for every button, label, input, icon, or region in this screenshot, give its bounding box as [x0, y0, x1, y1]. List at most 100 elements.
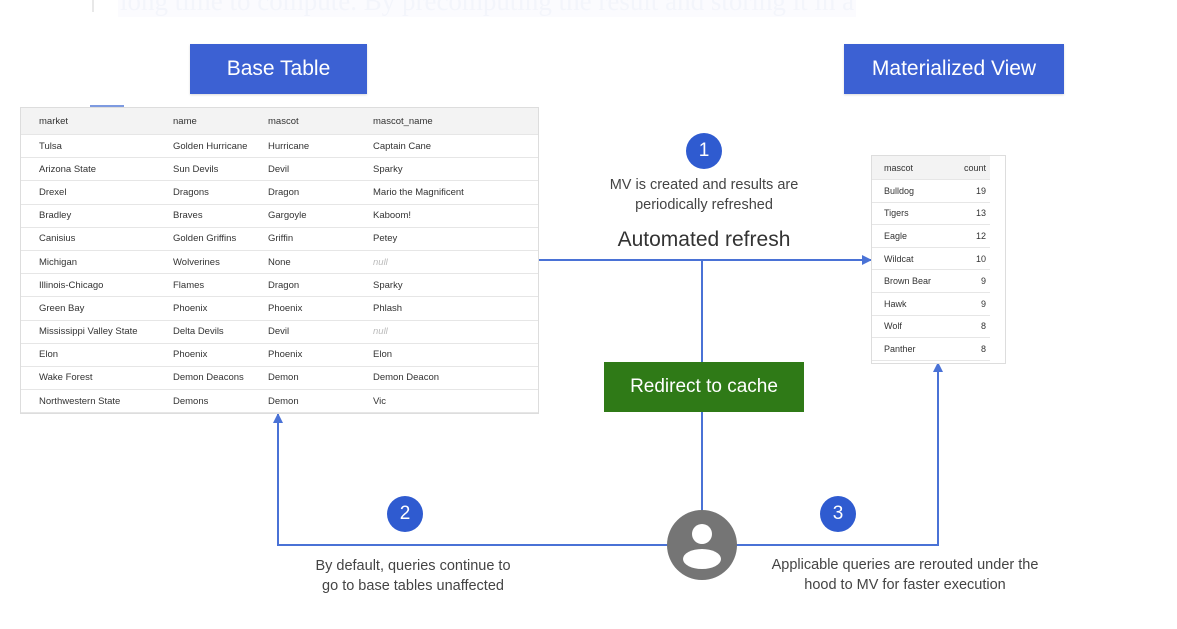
table-cell: Brown Bear [872, 269, 944, 293]
row-gutter [21, 203, 39, 228]
table-cell: None [268, 249, 373, 274]
table-cell: Sparky [373, 273, 538, 297]
table-cell: Golden Griffins [173, 226, 268, 251]
table-cell: Islanders [173, 412, 268, 413]
table-cell: Devil [268, 157, 373, 181]
table-cell: 9 [943, 269, 990, 293]
step-3-badge: 3 [820, 496, 856, 532]
table-row[interactable]: Tigers 13 [872, 201, 990, 225]
table-cell: Michigan [39, 249, 173, 274]
caption-line: periodically refreshed [635, 197, 773, 213]
table-row[interactable]: Elon Phoenix Phoenix Elon [21, 342, 538, 367]
table-row[interactable]: Green Bay Phoenix Phoenix Phlash [21, 296, 538, 320]
table-row[interactable]: Mississippi Valley State Delta Devils Devi… [21, 319, 538, 344]
step-3-caption: Applicable queries are rerouted under th… [735, 555, 1075, 595]
column-header-mascot-name[interactable]: mascot_name [373, 108, 538, 135]
row-gutter [21, 342, 39, 367]
table-cell: 8 [943, 314, 990, 338]
table-row[interactable]: Wildcat 10 [872, 246, 990, 270]
table-cell: 10 [943, 246, 990, 270]
table-cell: Demon [268, 389, 373, 413]
table-cell: 7 [943, 359, 990, 363]
table-row[interactable]: Bradley Braves Gargoyle Kaboom! [21, 203, 538, 228]
table-cell: Dragon [268, 180, 373, 205]
table-row[interactable]: Eagle 12 [872, 224, 990, 248]
table-cell: null [373, 319, 538, 344]
caption-line: hood to MV for faster execution [804, 577, 1006, 593]
table-row[interactable]: Wake Forest Demon Deacons Demon Demon Deaco… [21, 365, 538, 390]
table-row[interactable]: Tulsa Golden Hurricane Hurricane Captain Ca… [21, 133, 538, 158]
table-row[interactable]: Bulldog 19 [872, 179, 990, 203]
table-cell: Dragon [268, 273, 373, 297]
table-row[interactable]: Brown Bear 9 [872, 269, 990, 293]
column-header-market[interactable]: market [39, 108, 173, 135]
table-cell: 13 [943, 201, 990, 225]
step-1-badge: 1 [686, 133, 722, 169]
table-cell: Tiki Totem [268, 412, 373, 413]
table-cell: Sparky [373, 157, 538, 181]
table-row[interactable]: Lion7 [872, 359, 990, 363]
row-gutter [21, 296, 39, 320]
table-cell: Hawk [872, 291, 944, 316]
table-row[interactable]: Arizona State Sun Devils Devil Sparky [21, 157, 538, 181]
table-cell: Wolverines [173, 249, 268, 274]
table-cell: 8 [943, 337, 990, 361]
table-row[interactable]: Texas A&M-CCIslandersTiki TotemIzzy [21, 412, 538, 413]
table-row[interactable]: Hawk 9 [872, 291, 990, 316]
table-cell: Panther [872, 337, 944, 361]
table-cell: 12 [943, 224, 990, 248]
column-header-count[interactable]: count [943, 156, 990, 180]
table-cell: Wildcat [872, 246, 944, 270]
table-cell: null [373, 249, 538, 274]
row-gutter [21, 180, 39, 205]
table-row[interactable]: Northwestern State Demons Demon Vic [21, 389, 538, 413]
table-cell: Demon Deacon [373, 365, 538, 390]
caption-line: MV is created and results are [609, 177, 799, 193]
table-cell: Canisius [39, 226, 173, 251]
row-expander [21, 108, 39, 135]
caption-line: By default, queries continue to [315, 558, 511, 574]
table-cell: Demons [173, 389, 268, 413]
table-cell: Flames [173, 273, 268, 297]
table-row[interactable]: Michigan Wolverines None null [21, 249, 538, 274]
table-row[interactable]: Illinois-Chicago Flames Dragon Sparky [21, 273, 538, 297]
row-gutter [21, 412, 39, 413]
table-cell: Vic [373, 389, 538, 413]
caption-line: Applicable queries are rerouted under th… [771, 557, 1039, 573]
table-row[interactable]: Wolf 8 [872, 314, 990, 338]
table-cell: Mario the Magnificent [373, 180, 538, 205]
row-gutter [21, 273, 39, 297]
redirect-to-cache-box[interactable]: Redirect to cache [604, 362, 804, 412]
column-header-mascot[interactable]: mascot [268, 108, 373, 135]
table-cell: Delta Devils [173, 319, 268, 344]
step-2-badge: 2 [387, 496, 423, 532]
table-cell: Gargoyle [268, 203, 373, 228]
table-cell: Braves [173, 203, 268, 228]
user-avatar-icon[interactable] [666, 509, 738, 581]
materialized-view-table: mascot count Bulldog 19 Tigers 13 Eagle 12 Wild… [871, 155, 1006, 364]
table-cell: Elon [373, 342, 538, 367]
row-gutter [21, 319, 39, 344]
table-cell: Tigers [872, 201, 944, 225]
column-header-mascot[interactable]: mascot [872, 156, 944, 180]
table-cell: Illinois-Chicago [39, 273, 173, 297]
table-cell: Wake Forest [39, 365, 173, 390]
table-row[interactable]: Panther 8 [872, 337, 990, 361]
table-cell: Bradley [39, 203, 173, 228]
row-gutter [21, 226, 39, 251]
user-to-base-table-arrow [273, 413, 668, 546]
table-row[interactable]: Canisius Golden Griffins Griffin Petey [21, 226, 538, 251]
table-cell: Mississippi Valley State [39, 319, 173, 344]
caption-line: go to base tables unaffected [322, 578, 504, 594]
table-cell: Captain Cane [373, 133, 538, 158]
table-cell: Bulldog [872, 179, 944, 203]
table-cell: Dragons [173, 180, 268, 205]
table-cell: Devil [268, 319, 373, 344]
table-cell: Phoenix [268, 342, 373, 367]
row-gutter [21, 249, 39, 274]
table-cell: Lion [872, 359, 944, 363]
table-cell: Petey [373, 226, 538, 251]
column-header-name[interactable]: name [173, 108, 268, 135]
table-row[interactable]: Drexel Dragons Dragon Mario the Magnificent [21, 180, 538, 205]
table-cell: 19 [943, 179, 990, 203]
